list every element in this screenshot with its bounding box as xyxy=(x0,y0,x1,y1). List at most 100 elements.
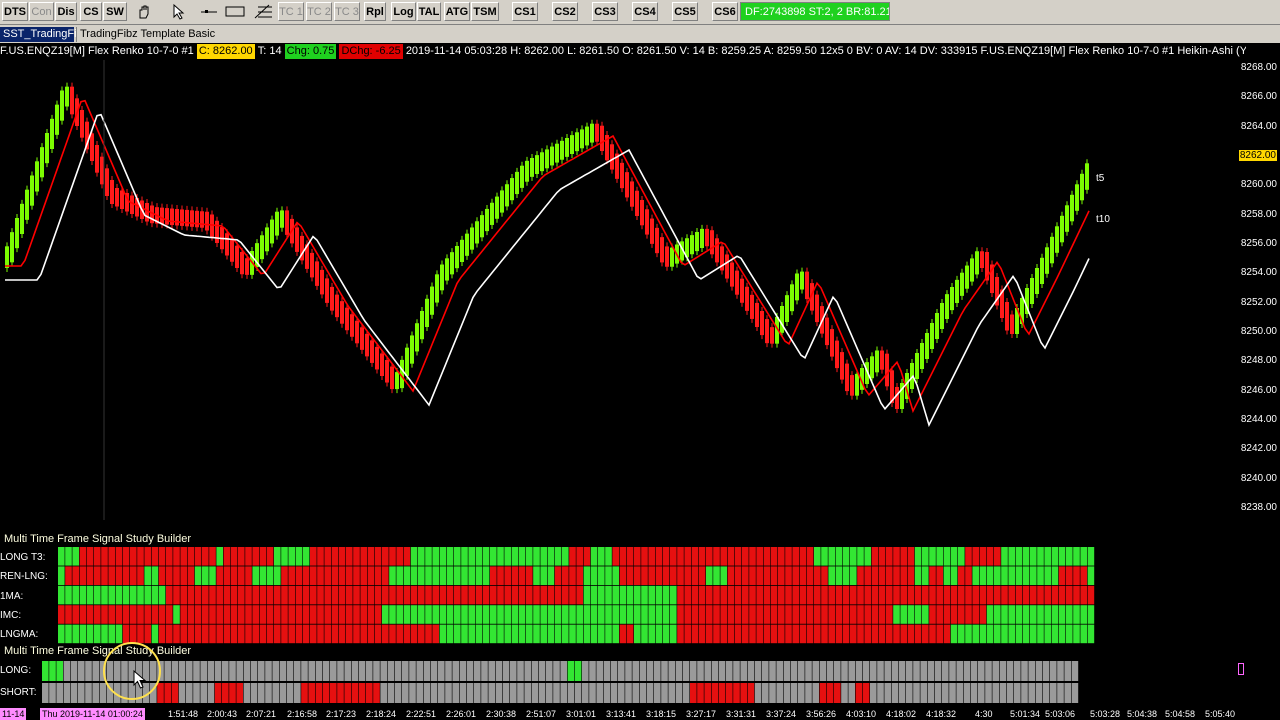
signal-cell xyxy=(871,566,879,585)
signal-cell xyxy=(137,547,144,566)
signal-cell xyxy=(655,585,663,605)
signal-cell xyxy=(353,624,360,644)
scroll-marker[interactable] xyxy=(1238,663,1244,675)
signal-cell xyxy=(662,566,670,585)
signal-cell xyxy=(358,683,366,703)
toolbar-button-tsm[interactable]: TSM xyxy=(471,2,499,21)
chart-info-line: F.US.ENQZ19[M] Flex Renko 10-7-0 #1 C: 8… xyxy=(0,44,1246,59)
signal-cell xyxy=(310,585,317,605)
signal-cell xyxy=(936,624,943,644)
signal-cell xyxy=(207,661,215,681)
signal-cell xyxy=(718,683,726,703)
time-label: 2:07:21 xyxy=(246,709,277,719)
toolbar-button-cs1[interactable]: CS1 xyxy=(512,2,538,21)
signal-cell xyxy=(1022,624,1030,644)
signal-cell xyxy=(454,547,461,566)
line-tool-icon[interactable] xyxy=(198,2,220,21)
time-label: 5:04:38 xyxy=(1127,709,1158,719)
signal-cell xyxy=(734,624,742,644)
signal-cell xyxy=(1051,585,1059,605)
signal-cell xyxy=(654,683,661,703)
signal-cell xyxy=(927,661,935,681)
price-axis[interactable]: 8268.00 8266.00 8264.00 8262.00 8260.00 8258.… xyxy=(1236,60,1280,520)
signal-cell xyxy=(826,683,834,703)
signal-cell xyxy=(677,547,684,566)
signal-cell xyxy=(1058,547,1066,566)
toolbar-button-tal[interactable]: TAL xyxy=(417,2,441,21)
signal-cell xyxy=(439,624,447,644)
signal-cell xyxy=(943,605,951,624)
signal-cell xyxy=(727,566,735,585)
signal-cell xyxy=(151,624,159,644)
signal-cell xyxy=(475,605,483,624)
toolbar-button-rpl[interactable]: Rpl xyxy=(364,2,386,21)
price-label: 8240.00 xyxy=(1240,472,1277,484)
signal-cell xyxy=(49,661,56,681)
fib-tool-icon[interactable] xyxy=(252,2,274,21)
signal-cell xyxy=(223,585,231,605)
signal-cell xyxy=(439,547,447,566)
signal-cell xyxy=(144,585,151,605)
signal-cell xyxy=(612,624,619,644)
signal-cell xyxy=(115,605,123,624)
signal-cell xyxy=(999,683,1007,703)
signal-cell xyxy=(655,605,663,624)
time-label: 4:30 xyxy=(975,709,993,719)
signal-cell xyxy=(79,566,87,585)
price-chart[interactable]: t5 t10 xyxy=(0,60,1236,520)
signal-cell xyxy=(727,585,735,605)
signal-cell xyxy=(367,624,375,644)
signal-cell xyxy=(562,566,569,585)
signal-cell xyxy=(288,566,295,585)
signal-cell xyxy=(446,585,454,605)
toolbar-button-cs[interactable]: CS xyxy=(80,2,102,21)
signal-cell xyxy=(49,683,56,703)
toolbar-button-tc2[interactable]: TC 2 xyxy=(306,2,332,21)
signal-cell xyxy=(137,566,144,585)
signal-cell xyxy=(1050,661,1057,681)
signal-cell xyxy=(871,605,879,624)
toolbar-button-dts[interactable]: DTS xyxy=(2,2,28,21)
signal-cell xyxy=(281,585,288,605)
signal-cell xyxy=(243,683,251,703)
rectangle-tool-icon[interactable] xyxy=(224,2,246,21)
toolbar-button-cs4[interactable]: CS4 xyxy=(632,2,658,21)
toolbar-button-cs6[interactable]: CS6 xyxy=(712,2,738,21)
signal-cell xyxy=(301,683,308,703)
signal-cell xyxy=(193,683,200,703)
signal-cell xyxy=(410,585,418,605)
signal-cell xyxy=(821,585,828,605)
signal-cell xyxy=(258,661,265,681)
toolbar-button-cs2[interactable]: CS2 xyxy=(552,2,578,21)
toolbar-button-dis[interactable]: Dis xyxy=(55,2,77,21)
signal-cell xyxy=(1037,585,1044,605)
signal-cell xyxy=(979,547,987,566)
toolbar-button-log[interactable]: Log xyxy=(391,2,416,21)
signal-cell xyxy=(574,661,582,681)
pointer-tool-icon[interactable] xyxy=(167,2,189,21)
signal-cell xyxy=(1015,566,1023,585)
price-label: 8258.00 xyxy=(1240,208,1277,220)
toolbar-button-tc3[interactable]: TC 3 xyxy=(334,2,360,21)
signal-cell xyxy=(704,683,711,703)
signal-cell xyxy=(835,605,843,624)
signal-cell xyxy=(187,624,195,644)
signal-cell xyxy=(86,585,94,605)
signal-cell xyxy=(459,683,467,703)
signal-cell xyxy=(965,624,972,644)
toolbar-button-atg[interactable]: ATG xyxy=(444,2,470,21)
toolbar-button-con[interactable]: Con xyxy=(29,2,54,21)
hand-tool-icon[interactable] xyxy=(133,2,155,21)
time-axis[interactable]: 11-14 Thu 2019-11-14 01:00:24 1:51:48 2:0… xyxy=(0,708,1280,720)
toolbar-button-sw[interactable]: SW xyxy=(103,2,127,21)
tab-sst-tradingfibz[interactable]: SST_TradingFibz xyxy=(0,27,88,42)
study-title-2: Multi Time Frame Signal Study Builder xyxy=(4,645,192,657)
signal-cell xyxy=(346,547,353,566)
tab-template-basic[interactable]: TradingFibz Template Basic xyxy=(76,27,215,42)
signal-cell xyxy=(632,683,639,703)
toolbar-button-cs5[interactable]: CS5 xyxy=(672,2,698,21)
toolbar-button-tc1[interactable]: TC 1 xyxy=(278,2,304,21)
toolbar-button-cs3[interactable]: CS3 xyxy=(592,2,618,21)
signal-cell xyxy=(382,624,389,644)
signal-cell xyxy=(180,624,187,644)
